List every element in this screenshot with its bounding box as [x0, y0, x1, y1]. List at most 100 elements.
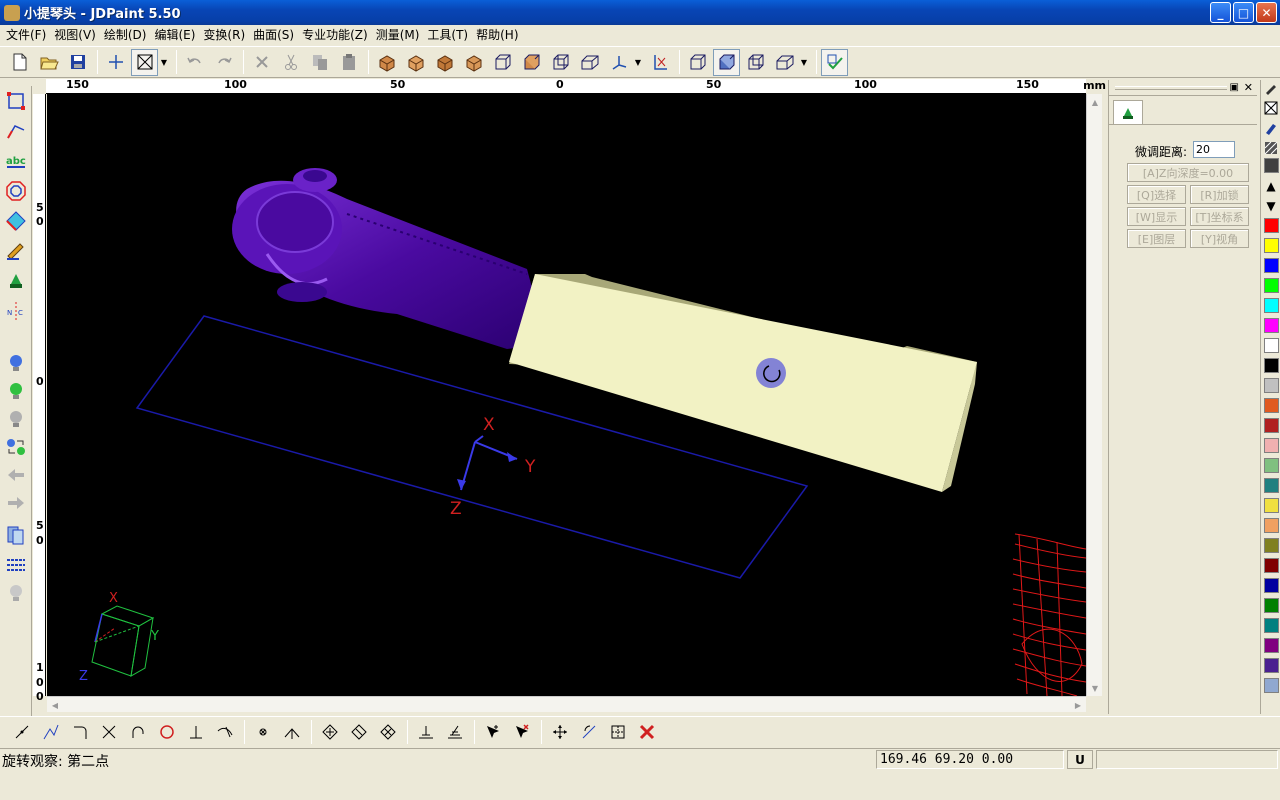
color-swatch[interactable] — [1264, 318, 1279, 333]
scroll-right-arrow[interactable]: ▶ — [1070, 697, 1086, 713]
tool-offset[interactable] — [3, 178, 28, 203]
color-swatch[interactable] — [1264, 438, 1279, 453]
tool-text[interactable]: abc — [3, 148, 28, 173]
transform-mirror-button[interactable] — [604, 719, 631, 745]
view-shade-2-button[interactable] — [713, 48, 740, 76]
view-bottom-button[interactable] — [518, 49, 545, 76]
color-swatch[interactable] — [1264, 518, 1279, 533]
delete-button[interactable] — [248, 49, 275, 76]
snap-arc-button[interactable] — [124, 719, 151, 745]
view-iso-button[interactable] — [547, 49, 574, 76]
color-swatch[interactable] — [1264, 618, 1279, 633]
redo-button[interactable] — [210, 49, 237, 76]
layer-button[interactable]: [E]图层 — [1127, 229, 1186, 248]
snap-grid-2-button[interactable] — [345, 719, 372, 745]
horizontal-scrollbar[interactable]: ◀ ▶ — [47, 696, 1086, 712]
color-swatch[interactable] — [1264, 558, 1279, 573]
menu-pro[interactable]: 专业功能(Z) — [300, 26, 374, 44]
scroll-left-arrow[interactable]: ◀ — [47, 697, 63, 713]
u-toggle-button[interactable]: U — [1067, 750, 1093, 769]
menu-tools[interactable]: 工具(T) — [425, 26, 474, 44]
snap-intersect-button[interactable] — [95, 719, 122, 745]
view-shade-4-button[interactable] — [771, 49, 798, 76]
pen-icon[interactable] — [1263, 80, 1279, 96]
tool-draw-line[interactable] — [3, 118, 28, 143]
title-bar[interactable]: 小提琴头 - JDPaint 5.50 _ □ ✕ — [0, 0, 1280, 25]
transform-move-button[interactable] — [546, 719, 573, 745]
view-top-button[interactable] — [489, 49, 516, 76]
view-front-button[interactable] — [373, 49, 400, 76]
tool-arrow-left[interactable] — [3, 462, 28, 487]
color-swatch[interactable] — [1264, 358, 1279, 373]
color-swatch[interactable] — [1264, 158, 1279, 173]
transform-rotate-button[interactable] — [575, 719, 602, 745]
menu-view[interactable]: 视图(V) — [52, 26, 102, 44]
coord-view-button[interactable] — [646, 49, 673, 76]
paste-button[interactable] — [335, 49, 362, 76]
color-swatch[interactable] — [1264, 658, 1279, 673]
minimize-button[interactable]: _ — [1210, 2, 1231, 23]
color-swatch[interactable] — [1264, 218, 1279, 233]
snap-tangent-button[interactable] — [211, 719, 238, 745]
snap-grid-1-button[interactable] — [316, 719, 343, 745]
tool-edit[interactable] — [3, 238, 28, 263]
scroll-down-arrow[interactable]: ▼ — [1087, 680, 1103, 696]
brush-icon[interactable] — [1263, 120, 1279, 136]
color-swatch[interactable] — [1264, 258, 1279, 273]
menu-help[interactable]: 帮助(H) — [474, 26, 524, 44]
tool-light-gray[interactable] — [3, 406, 28, 431]
new-file-button[interactable] — [6, 49, 33, 76]
menu-edit[interactable]: 编辑(E) — [152, 26, 201, 44]
snap-plane-1-button[interactable] — [412, 719, 439, 745]
menu-surface[interactable]: 曲面(S) — [251, 26, 300, 44]
menu-file[interactable]: 文件(F) — [4, 26, 52, 44]
tool-light-off[interactable] — [3, 580, 28, 605]
color-swatch[interactable] — [1264, 338, 1279, 353]
tool-light-green[interactable] — [3, 378, 28, 403]
tool-hatch[interactable] — [3, 552, 28, 577]
view-shade-3-button[interactable] — [742, 49, 769, 76]
crosshair-button[interactable] — [102, 49, 129, 76]
axis-view-button[interactable] — [605, 49, 632, 76]
tool-nc[interactable]: NC — [3, 298, 28, 323]
no-color-icon[interactable] — [1263, 100, 1279, 116]
tool-light-blue[interactable] — [3, 350, 28, 375]
color-swatch[interactable] — [1264, 578, 1279, 593]
color-swatch[interactable] — [1264, 498, 1279, 513]
copy-button[interactable] — [306, 49, 333, 76]
tool-machining[interactable] — [3, 268, 28, 293]
snap-line-button[interactable] — [8, 719, 35, 745]
snap-curve-button[interactable] — [66, 719, 93, 745]
view-left-button[interactable] — [431, 49, 458, 76]
cut-button[interactable] — [277, 49, 304, 76]
undo-button[interactable] — [181, 49, 208, 76]
view-shade-1-button[interactable] — [684, 49, 711, 76]
menu-measure[interactable]: 测量(M) — [374, 26, 426, 44]
select-dropdown-arrow[interactable]: ▼ — [160, 49, 168, 76]
view-right-button[interactable] — [460, 49, 487, 76]
view-back-button[interactable] — [402, 49, 429, 76]
fine-dist-input[interactable]: 20 — [1193, 141, 1235, 158]
coord-system-button[interactable]: [T]坐标系 — [1190, 207, 1249, 226]
color-swatch[interactable] — [1264, 458, 1279, 473]
snap-endpoint-button[interactable] — [278, 719, 305, 745]
snap-grid-3-button[interactable] — [374, 719, 401, 745]
panel-restore-icon[interactable]: ▣ — [1230, 82, 1239, 93]
vertical-scrollbar[interactable]: ▲ ▼ — [1086, 94, 1102, 696]
select-button[interactable]: [Q]选择 — [1127, 185, 1186, 204]
maximize-button[interactable]: □ — [1233, 2, 1254, 23]
snap-perp-button[interactable] — [182, 719, 209, 745]
snap-circle-button[interactable] — [153, 719, 180, 745]
tool-surface[interactable] — [3, 208, 28, 233]
color-swatch[interactable] — [1264, 398, 1279, 413]
snap-polyline-button[interactable] — [37, 719, 64, 745]
save-button[interactable] — [64, 49, 91, 76]
tool-light-swap[interactable] — [3, 434, 28, 459]
cancel-button[interactable] — [633, 719, 660, 745]
menu-transform[interactable]: 变换(R) — [201, 26, 251, 44]
palette-scroll-up[interactable]: ▲ — [1263, 178, 1279, 194]
pick-add-button[interactable] — [479, 719, 506, 745]
open-file-button[interactable] — [35, 49, 62, 76]
render-options-button[interactable] — [821, 48, 848, 76]
app-icon[interactable] — [4, 4, 20, 21]
